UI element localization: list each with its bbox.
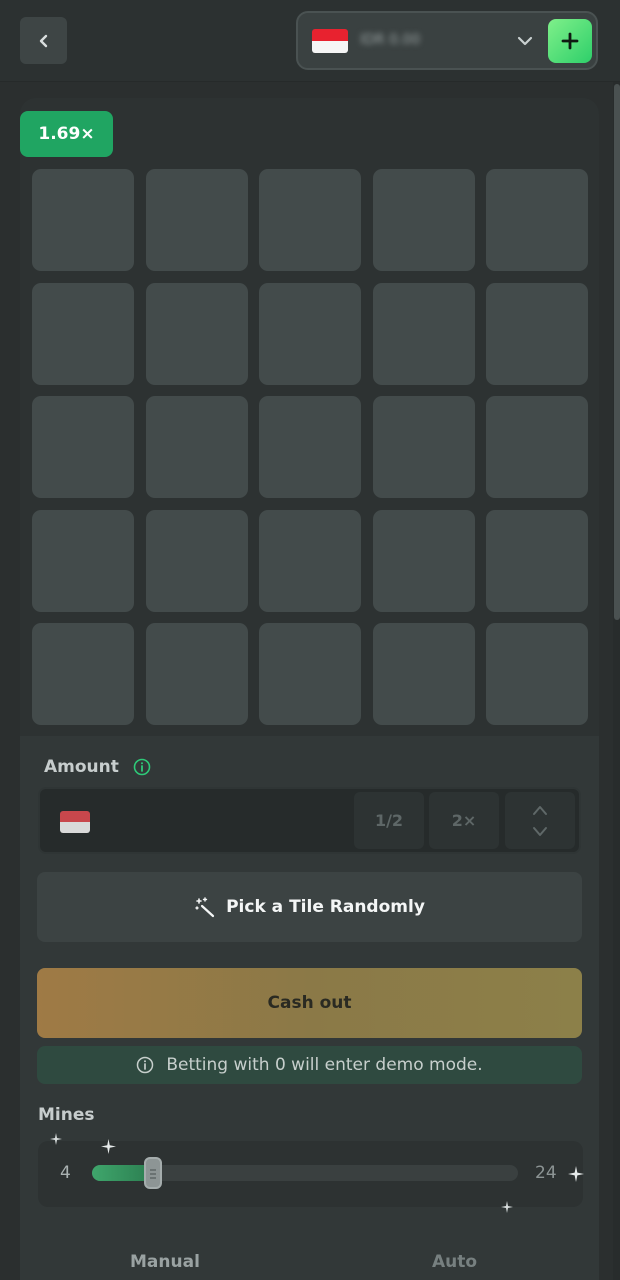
mine-tile[interactable] <box>32 510 134 612</box>
chevron-down-icon[interactable] <box>531 826 549 838</box>
mine-tile[interactable] <box>486 283 588 385</box>
mine-tile[interactable] <box>146 623 248 725</box>
chevron-down-icon[interactable] <box>516 33 534 49</box>
mine-tile[interactable] <box>146 396 248 498</box>
mine-tile[interactable] <box>373 510 475 612</box>
multiplier-badge: 1.69× <box>20 111 113 157</box>
tab-auto[interactable]: Auto <box>432 1252 477 1272</box>
info-icon[interactable] <box>133 758 151 776</box>
mine-tile[interactable] <box>259 623 361 725</box>
mine-tile[interactable] <box>32 283 134 385</box>
chevron-left-icon <box>39 34 47 47</box>
cash-out-button[interactable]: Cash out <box>37 968 582 1038</box>
info-icon <box>137 1056 154 1074</box>
mine-tile[interactable] <box>259 169 361 271</box>
mine-tile[interactable] <box>486 169 588 271</box>
add-funds-button[interactable] <box>548 19 592 63</box>
mode-tabs: Manual Auto <box>20 1240 599 1280</box>
pick-random-tile-label: Pick a Tile Randomly <box>226 897 425 917</box>
top-bar: IDR 0.00 <box>0 0 620 82</box>
mine-tile[interactable] <box>259 396 361 498</box>
mines-slider: 4 24 <box>38 1141 583 1207</box>
mine-tile[interactable] <box>373 623 475 725</box>
demo-mode-text: Betting with 0 will enter demo mode. <box>166 1055 483 1075</box>
mine-tile[interactable] <box>146 283 248 385</box>
mine-tile[interactable] <box>486 396 588 498</box>
currency-flag-icon <box>60 811 90 833</box>
mine-tile[interactable] <box>373 396 475 498</box>
wallet-balance: IDR 0.00 <box>360 32 421 48</box>
amount-label: Amount <box>44 757 119 777</box>
mine-tile[interactable] <box>486 510 588 612</box>
mines-slider-handle[interactable] <box>144 1157 162 1189</box>
mines-label: Mines <box>38 1105 95 1125</box>
chevron-up-icon[interactable] <box>531 804 549 816</box>
mines-game-screen: IDR 0.00 1.69× Amount 1/2 2× Pick a Tile… <box>0 0 620 1280</box>
indonesia-flag-icon <box>312 29 348 53</box>
sparkle-icon <box>50 1133 62 1145</box>
mine-tile[interactable] <box>486 623 588 725</box>
mines-slider-track[interactable] <box>92 1157 518 1189</box>
half-amount-button[interactable]: 1/2 <box>354 792 424 849</box>
mine-tile[interactable] <box>146 169 248 271</box>
sparkle-icon <box>101 1139 116 1154</box>
amount-input[interactable] <box>98 799 348 843</box>
mines-current-value: 4 <box>60 1163 71 1183</box>
mine-tile[interactable] <box>32 169 134 271</box>
double-amount-button[interactable]: 2× <box>429 792 499 849</box>
sparkle-icon <box>501 1201 513 1213</box>
sparkle-icon <box>568 1166 584 1182</box>
plus-icon <box>561 32 579 50</box>
mine-tile[interactable] <box>259 283 361 385</box>
wallet-selector[interactable]: IDR 0.00 <box>296 11 598 70</box>
pick-random-tile-button[interactable]: Pick a Tile Randomly <box>37 872 582 942</box>
demo-mode-notice: Betting with 0 will enter demo mode. <box>37 1046 582 1084</box>
tab-manual[interactable]: Manual <box>130 1252 200 1272</box>
mine-tile[interactable] <box>32 623 134 725</box>
amount-field: 1/2 2× <box>38 787 581 854</box>
mines-max-value: 24 <box>535 1163 557 1183</box>
mine-tile[interactable] <box>259 510 361 612</box>
amount-stepper[interactable] <box>505 792 575 849</box>
magic-wand-icon <box>195 897 215 918</box>
scrollbar-thumb[interactable] <box>614 84 620 620</box>
mine-tile[interactable] <box>146 510 248 612</box>
mine-tile[interactable] <box>373 169 475 271</box>
mine-tile[interactable] <box>32 396 134 498</box>
back-button[interactable] <box>20 17 67 64</box>
mine-tile[interactable] <box>373 283 475 385</box>
